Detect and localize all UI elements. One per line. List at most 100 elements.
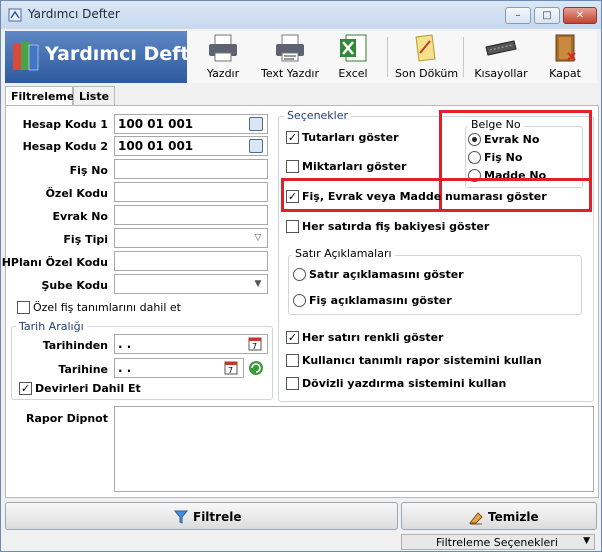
fis-tipi-label: Fiş Tipi: [63, 233, 108, 246]
tab-liste[interactable]: Liste: [73, 86, 115, 106]
fis-evrak-label: Fiş, Evrak veya Madde numarası göster: [302, 190, 547, 203]
hplani-label: HPlanı Özel Kodu: [1, 256, 108, 269]
fis-aciklama-option: Fiş açıklamasını göster: [309, 294, 452, 307]
chevron-down-icon: ▽: [254, 233, 262, 243]
ozel-kodu-input[interactable]: [114, 182, 268, 202]
account-picker-icon[interactable]: [249, 117, 263, 131]
eraser-icon: [468, 512, 483, 525]
tarihinden-value: . .: [118, 337, 132, 351]
satir-aciklama-radio[interactable]: [293, 268, 306, 281]
last-report-button[interactable]: Son Döküm: [395, 31, 459, 83]
refresh-icon[interactable]: [248, 360, 264, 376]
text-print-label: Text Yazdır: [260, 67, 320, 80]
exit-button[interactable]: Kapat: [543, 31, 587, 83]
fis-tipi-select[interactable]: ▽: [114, 228, 268, 248]
status-dropdown[interactable]: Filtreleme Seçenekleri ▼: [401, 534, 595, 550]
filtrele-label: Filtrele: [193, 510, 242, 524]
print-label: Yazdır: [206, 67, 240, 80]
filter-icon: [174, 510, 188, 524]
excel-icon: [340, 34, 367, 62]
rapor-dipnot-textarea[interactable]: [114, 406, 594, 492]
brand-banner: Yardımcı Defte: [5, 31, 187, 83]
minimize-button[interactable]: –: [505, 7, 531, 24]
evrak-no-input[interactable]: [114, 205, 268, 225]
printer-text-icon: [276, 34, 304, 62]
tutarlari-checkbox[interactable]: ✓: [286, 131, 299, 144]
renkli-label: Her satırı renkli göster: [302, 331, 444, 344]
temizle-label: Temizle: [488, 510, 539, 524]
shortcuts-button[interactable]: Kısayollar: [471, 31, 531, 83]
hesap-kodu-2-label: Hesap Kodu 2: [22, 140, 108, 153]
exit-icon: [555, 34, 576, 62]
brand-title: Yardımcı Defte: [45, 43, 187, 65]
sube-kodu-label: Şube Kodu: [41, 279, 108, 292]
status-label: Filtreleme Seçenekleri: [436, 536, 558, 549]
last-report-label: Son Döküm: [395, 67, 459, 80]
kullanici-label: Kullanıcı tanımlı rapor sistemini kullan: [302, 354, 542, 367]
hplani-input[interactable]: [114, 251, 268, 271]
filter-panel: Hesap Kodu 1 100 01 001 Hesap Kodu 2 100…: [1, 105, 599, 498]
toolbar: Yardımcı Defte Yazdır Text Yazdır Excel …: [5, 31, 597, 83]
ozel-fis-label: Özel fiş tanımlarını dahil et: [33, 301, 181, 314]
printer-icon: [209, 34, 237, 62]
window: Yardımcı Defter – □ ✕ Yardımcı Defte Yaz…: [0, 0, 602, 552]
renkli-checkbox[interactable]: ✓: [286, 331, 299, 344]
window-title: Yardımcı Defter: [28, 7, 120, 21]
satir-aciklama-option: Satır açıklamasını göster: [309, 268, 464, 281]
excel-label: Excel: [338, 67, 368, 80]
fis-no-label: Fiş No: [69, 164, 108, 177]
document-icon: [415, 34, 436, 62]
fis-evrak-checkbox[interactable]: ✓: [286, 190, 299, 203]
toolbar-separator: [387, 37, 388, 77]
title-bar: Yardımcı Defter – □ ✕: [1, 1, 601, 29]
hesap-kodu-1-input[interactable]: 100 01 001: [114, 114, 268, 134]
keyboard-icon: [485, 40, 517, 56]
tarihine-label: Tarihine: [58, 363, 108, 376]
exit-label: Kapat: [549, 67, 581, 80]
bakiye-label: Her satırda fiş bakiyesi göster: [302, 220, 490, 233]
excel-button[interactable]: Excel: [331, 31, 375, 83]
satir-title: Satır Açıklamaları: [292, 247, 395, 260]
fis-aciklama-radio[interactable]: [293, 294, 306, 307]
hesap-kodu-1-value: 100 01 001: [118, 117, 194, 131]
devirler-checkbox[interactable]: ✓: [19, 382, 32, 395]
dropdown-arrow-icon: ▼: [254, 279, 262, 289]
ledger-icon: [13, 42, 39, 71]
app-icon: [8, 8, 22, 22]
hesap-kodu-2-value: 100 01 001: [118, 139, 194, 153]
calendar-icon[interactable]: 7: [248, 336, 262, 351]
maximize-button[interactable]: □: [534, 7, 560, 24]
miktarlari-checkbox[interactable]: [286, 160, 299, 173]
dropdown-arrow-icon: ▼: [583, 536, 590, 546]
svg-text:7: 7: [228, 366, 233, 375]
kullanici-checkbox[interactable]: [286, 354, 299, 367]
account-picker-icon[interactable]: [249, 139, 263, 153]
close-button[interactable]: ✕: [563, 7, 597, 24]
toolbar-separator: [463, 37, 464, 77]
tutarlari-label: Tutarları göster: [302, 131, 399, 144]
tab-filtreleme[interactable]: Filtreleme: [5, 86, 74, 107]
ozel-fis-checkbox[interactable]: [17, 301, 30, 314]
tarihine-value: . .: [118, 361, 132, 375]
sube-kodu-select[interactable]: ▼: [114, 274, 268, 294]
ozel-kodu-label: Özel Kodu: [45, 187, 108, 200]
fis-no-input[interactable]: [114, 159, 268, 179]
secenekler-title: Seçenekler: [284, 109, 352, 122]
filtrele-button[interactable]: Filtrele: [5, 502, 398, 530]
dovizli-checkbox[interactable]: [286, 377, 299, 390]
shortcuts-label: Kısayollar: [474, 67, 528, 80]
hesap-kodu-2-input[interactable]: 100 01 001: [114, 136, 268, 156]
bakiye-checkbox[interactable]: [286, 220, 299, 233]
tarih-title: Tarih Aralığı: [16, 320, 87, 333]
svg-text:7: 7: [252, 342, 257, 351]
rapor-dipnot-label: Rapor Dipnot: [25, 412, 108, 425]
hesap-kodu-1-label: Hesap Kodu 1: [22, 118, 108, 131]
tarihinden-label: Tarihinden: [42, 339, 108, 352]
text-print-button[interactable]: Text Yazdır: [257, 31, 323, 83]
devirler-label: Devirleri Dahil Et: [35, 382, 141, 395]
tarihinden-input[interactable]: . .: [114, 334, 268, 354]
calendar-icon[interactable]: 7: [224, 360, 238, 375]
dovizli-label: Dövizli yazdırma sistemini kullan: [302, 377, 507, 390]
temizle-button[interactable]: Temizle: [401, 502, 597, 530]
print-button[interactable]: Yazdır: [198, 31, 248, 83]
